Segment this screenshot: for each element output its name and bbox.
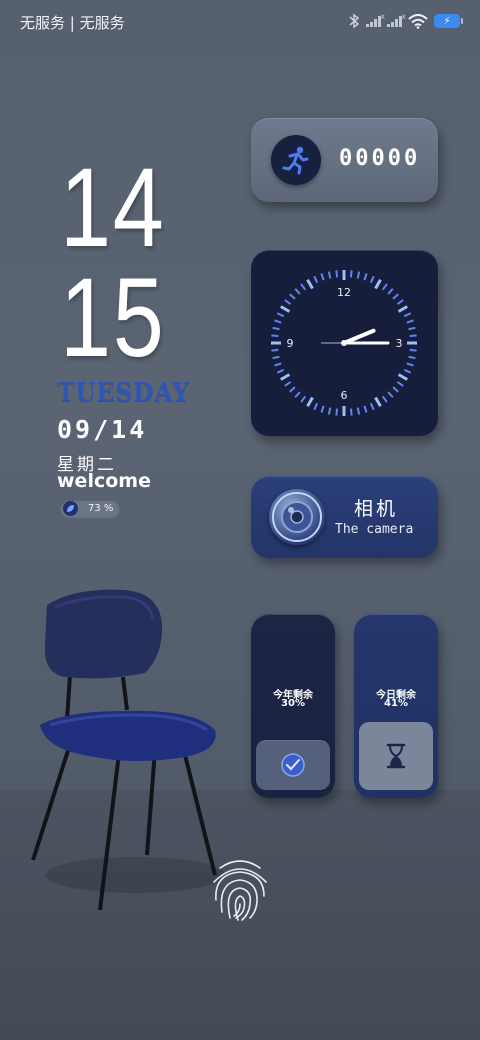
fingerprint-icon[interactable] — [206, 856, 274, 924]
clock-tick — [387, 391, 394, 398]
clock-tick — [284, 380, 292, 387]
signal-icon: x — [387, 12, 406, 27]
clock-number-9: 9 — [287, 337, 294, 350]
clock-tick — [397, 373, 408, 381]
clock-tick — [313, 275, 319, 284]
step-counter-widget[interactable]: 00000 — [251, 118, 438, 202]
clock-hour: 14 — [60, 145, 166, 270]
clock-tick — [276, 368, 285, 374]
hourglass-icon — [386, 743, 406, 769]
date-label: 09/14 — [57, 415, 148, 444]
hour-hand — [342, 328, 376, 345]
clock-number-12: 12 — [337, 286, 351, 299]
clock-tick — [392, 386, 399, 393]
camera-lens-icon — [269, 489, 325, 545]
clock-tick — [294, 288, 301, 295]
clock-tick — [349, 408, 353, 416]
day-hourglass-button[interactable] — [359, 722, 433, 790]
clock-tick — [392, 293, 399, 300]
clock-tick — [300, 395, 307, 403]
day-remaining-value: 41% — [384, 698, 408, 709]
status-icons: x x ⚡ — [348, 10, 463, 32]
clock-tick — [276, 312, 285, 318]
clock-tick — [280, 305, 291, 313]
welcome-text: welcome — [57, 470, 151, 492]
clock-tick — [363, 405, 368, 413]
battery-percent: 73 % — [88, 503, 114, 514]
clock-icon — [281, 753, 305, 777]
camera-title: 相机 — [354, 498, 399, 520]
clock-tick — [406, 362, 414, 367]
clock-face: 12 3 6 9 — [271, 270, 417, 416]
year-clock-button[interactable] — [256, 740, 330, 790]
clock-tick — [300, 283, 307, 291]
clock-center — [341, 340, 347, 346]
clock-tick — [403, 368, 412, 374]
clock-tick — [289, 293, 296, 300]
running-person-icon — [271, 135, 321, 185]
clock-tick — [335, 408, 339, 416]
clock-tick — [408, 326, 416, 331]
clock-tick — [408, 355, 416, 360]
year-remaining-value: 30% — [281, 698, 305, 709]
clock-tick — [313, 402, 319, 411]
clock-tick — [403, 312, 412, 318]
camera-subtitle: The camera — [335, 522, 414, 537]
clock-tick — [280, 373, 291, 381]
clock-tick — [369, 275, 375, 284]
step-count: 00000 — [339, 146, 421, 171]
weekday-english: TUESDAY — [57, 378, 190, 408]
clock-tick — [349, 270, 353, 278]
clock-number-3: 3 — [396, 337, 403, 350]
clock-tick — [271, 334, 279, 338]
clock-tick — [274, 319, 282, 324]
carrier-label: 无服务 | 无服务 — [20, 14, 125, 32]
battery-indicator: 73 % — [60, 499, 120, 518]
clock-tick — [327, 271, 332, 279]
year-remaining-widget[interactable]: 今年剩余 30% — [251, 614, 335, 798]
clock-tick — [409, 334, 417, 338]
day-remaining-widget[interactable]: 今日剩余 41% — [354, 614, 438, 798]
clock-tick — [397, 305, 408, 313]
clock-tick — [335, 270, 339, 278]
clock-tick — [369, 402, 375, 411]
chair-illustration — [31, 589, 225, 911]
clock-tick — [381, 395, 388, 403]
clock-tick — [320, 273, 325, 281]
leaf-icon — [63, 501, 78, 516]
clock-tick — [387, 288, 394, 295]
clock-tick — [363, 273, 368, 281]
signal-icon: x — [366, 12, 385, 27]
clock-number-6: 6 — [341, 389, 348, 402]
clock-tick — [396, 299, 404, 306]
clock-tick — [306, 396, 314, 407]
analog-clock-widget[interactable]: 12 3 6 9 — [251, 250, 438, 436]
clock-tick — [274, 362, 282, 367]
clock-tick — [374, 396, 382, 407]
clock-tick — [409, 348, 417, 352]
bluetooth-icon — [349, 13, 360, 29]
wifi-icon — [408, 13, 428, 29]
clock-tick — [320, 405, 325, 413]
clock-tick — [381, 283, 388, 291]
clock-tick — [271, 348, 279, 352]
battery-charging-icon: ⚡ — [434, 14, 463, 28]
clock-tick — [294, 391, 301, 398]
clock-tick — [284, 299, 292, 306]
clock-tick — [356, 407, 361, 415]
clock-tick — [272, 355, 280, 360]
camera-widget[interactable]: 相机 The camera — [251, 476, 438, 558]
clock-minute: 15 — [60, 255, 166, 380]
clock-tick — [356, 271, 361, 279]
clock-tick — [374, 279, 382, 290]
clock-tick — [306, 279, 314, 290]
clock-tick — [396, 380, 404, 387]
clock-tick — [289, 386, 296, 393]
clock-tick — [327, 407, 332, 415]
clock-tick — [272, 326, 280, 331]
clock-tick — [406, 319, 414, 324]
